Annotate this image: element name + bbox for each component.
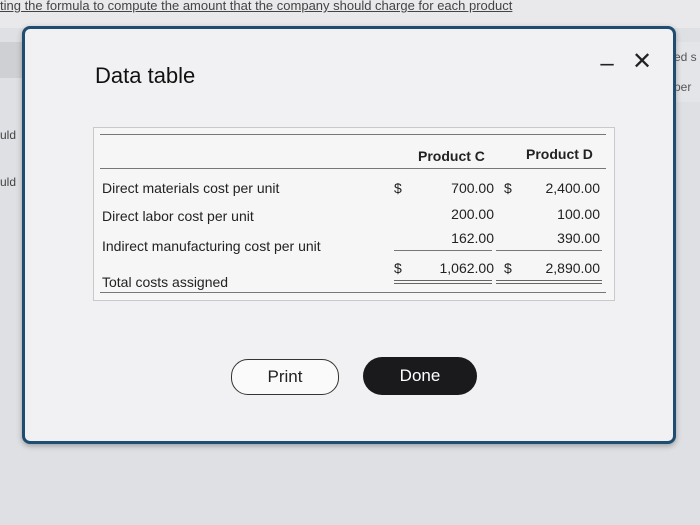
- background-right-fragment: ed s: [674, 50, 697, 64]
- subtotal-rule-d: [496, 250, 602, 251]
- currency-sign: $: [394, 260, 402, 276]
- background-left-panel: [0, 42, 22, 78]
- subtotal-rule-c: [394, 250, 492, 251]
- background-instruction-text: ting the formula to compute the amount t…: [0, 0, 513, 13]
- column-header-product-d: Product D: [526, 146, 593, 162]
- product-c-value: 200.00: [451, 206, 494, 222]
- table-top-rule: [100, 134, 606, 135]
- product-d-value: 100.00: [557, 206, 600, 222]
- product-d-value: 2,400.00: [545, 180, 601, 196]
- currency-sign: $: [394, 180, 402, 196]
- print-button[interactable]: Print: [231, 359, 339, 395]
- background-left-fragment: uld: [0, 175, 17, 189]
- header-rule: [100, 168, 606, 169]
- row-label-indirect-manufacturing: Indirect manufacturing cost per unit: [102, 238, 321, 254]
- cost-table: Product C Product D Direct materials cos…: [93, 127, 615, 301]
- product-d-total: 2,890.00: [545, 260, 601, 276]
- currency-sign: $: [504, 260, 512, 276]
- row-label-direct-labor: Direct labor cost per unit: [102, 208, 254, 224]
- background-right-fragment: per: [674, 80, 692, 94]
- product-c-value: 162.00: [451, 230, 494, 246]
- column-header-product-c: Product C: [418, 148, 485, 164]
- minimize-icon[interactable]: –: [593, 52, 621, 76]
- row-label-direct-materials: Direct materials cost per unit: [102, 180, 280, 196]
- data-table-dialog: Data table – ✕ Product C Product D Direc…: [22, 26, 676, 444]
- close-icon[interactable]: ✕: [629, 49, 655, 75]
- done-button[interactable]: Done: [363, 357, 477, 395]
- total-double-rule-d: [496, 280, 602, 284]
- row-label-total-costs: Total costs assigned: [102, 274, 229, 290]
- total-double-rule-c: [394, 280, 492, 284]
- background-left-fragment: uld: [0, 128, 17, 142]
- product-d-value: 390.00: [557, 230, 600, 246]
- table-bottom-rule: [100, 292, 606, 293]
- product-c-value: 700.00: [451, 180, 494, 196]
- currency-sign: $: [504, 180, 512, 196]
- dialog-title: Data table: [95, 63, 196, 88]
- product-c-total: 1,062.00: [439, 260, 495, 276]
